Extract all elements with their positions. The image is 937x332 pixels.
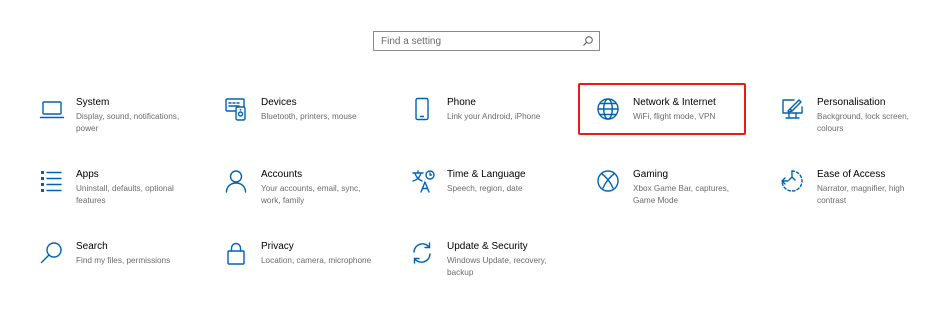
globe-icon — [596, 97, 622, 123]
update-arrows-icon — [410, 241, 436, 267]
tile-title: Personalisation — [817, 97, 886, 108]
laptop-icon — [39, 97, 65, 123]
tile-devices[interactable]: Devices Bluetooth, printers, mouse — [224, 97, 374, 149]
tile-title: Privacy — [261, 241, 294, 252]
tile-description: Speech, region, date — [447, 184, 523, 193]
tile-description: Your accounts, email, sync, work, family — [261, 184, 361, 205]
search-box[interactable] — [373, 31, 600, 51]
ease-of-access-icon — [780, 169, 806, 195]
search-icon — [39, 241, 65, 267]
tile-network-internet[interactable]: Network & Internet WiFi, flight mode, VP… — [578, 83, 746, 149]
tile-description: Xbox Game Bar, captures, Game Mode — [633, 184, 730, 205]
tile-description: Bluetooth, printers, mouse — [261, 112, 357, 121]
tile-description: Background, lock screen, colours — [817, 112, 909, 133]
tile-title: Update & Security — [447, 241, 528, 252]
lock-icon — [224, 241, 250, 267]
tile-description: Uninstall, defaults, optional features — [76, 184, 174, 205]
phone-icon — [410, 97, 436, 123]
tile-title: Gaming — [633, 169, 669, 180]
paint-monitor-icon — [780, 97, 806, 123]
tile-personalisation[interactable]: Personalisation Background, lock screen,… — [780, 97, 930, 149]
tile-update-security[interactable]: Update & Security Windows Update, recove… — [410, 241, 560, 293]
tile-description: Link your Android, iPhone — [447, 112, 541, 121]
tile-title: Search — [76, 241, 108, 252]
tile-title: Ease of Access — [817, 169, 886, 180]
tile-description: Windows Update, recovery, backup — [447, 256, 547, 277]
tile-gaming[interactable]: Gaming Xbox Game Bar, captures, Game Mod… — [596, 169, 746, 221]
tile-time-language[interactable]: Time & Language Speech, region, date — [410, 169, 560, 221]
tile-title: Time & Language — [447, 169, 526, 180]
tile-ease-of-access[interactable]: Ease of Access Narrator, magnifier, high… — [780, 169, 930, 221]
tile-title: System — [76, 97, 110, 108]
person-icon — [224, 169, 250, 195]
search-icon[interactable] — [582, 35, 594, 47]
tile-phone[interactable]: Phone Link your Android, iPhone — [410, 97, 560, 149]
tile-description: Display, sound, notifications, power — [76, 112, 180, 133]
tile-accounts[interactable]: Accounts Your accounts, email, sync, wor… — [224, 169, 374, 221]
xbox-icon — [596, 169, 622, 195]
search-input[interactable] — [374, 32, 581, 50]
apps-list-icon — [39, 169, 65, 195]
devices-icon — [224, 97, 250, 123]
tile-title: Accounts — [261, 169, 303, 180]
tile-privacy[interactable]: Privacy Location, camera, microphone — [224, 241, 374, 293]
tile-search[interactable]: Search Find my files, permissions — [39, 241, 189, 293]
tile-description: WiFi, flight mode, VPN — [633, 112, 716, 121]
tile-title: Phone — [447, 97, 476, 108]
tile-title: Apps — [76, 169, 99, 180]
tile-title: Devices — [261, 97, 297, 108]
tile-description: Location, camera, microphone — [261, 256, 372, 265]
tile-description: Find my files, permissions — [76, 256, 171, 265]
tile-system[interactable]: System Display, sound, notifications, po… — [39, 97, 189, 149]
tile-title: Network & Internet — [633, 97, 716, 108]
tile-apps[interactable]: Apps Uninstall, defaults, optional featu… — [39, 169, 189, 221]
tile-description: Narrator, magnifier, high contrast — [817, 184, 905, 205]
time-language-icon — [410, 169, 436, 195]
